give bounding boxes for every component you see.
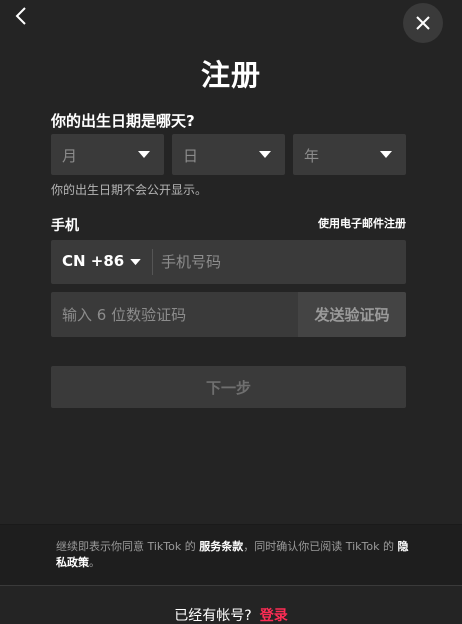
month-placeholder: 月 [62, 147, 78, 165]
next-button[interactable]: 下一步 [51, 366, 406, 408]
have-account-text: 已经有帐号? [174, 608, 252, 624]
phone-number-input[interactable] [161, 240, 401, 284]
terms-middle: ，同时确认你已阅读 TikTok 的 [243, 540, 398, 553]
caret-down-icon [380, 151, 392, 158]
verification-code-input[interactable] [62, 292, 297, 337]
divider [152, 249, 153, 275]
chevron-left-icon [15, 7, 26, 25]
day-placeholder: 日 [183, 147, 199, 165]
dob-hint: 你的出生日期不会公开显示。 [51, 183, 208, 197]
terms-suffix: 。 [89, 556, 100, 569]
phone-field: CN +86 [51, 240, 406, 284]
phone-label: 手机 [51, 218, 79, 234]
month-select[interactable]: 月 [51, 134, 164, 175]
back-button[interactable] [10, 4, 32, 28]
caret-down-icon [130, 259, 141, 266]
caret-down-icon [259, 151, 271, 158]
terms-section: 继续即表示你同意 TikTok 的 服务条款，同时确认你已阅读 TikTok 的… [0, 524, 462, 585]
terms-prefix: 继续即表示你同意 TikTok 的 [56, 540, 200, 553]
page-title: 注册 [200, 58, 261, 92]
footer-content: 已经有帐号? 登录 [0, 605, 462, 624]
terms-text: 继续即表示你同意 TikTok 的 服务条款，同时确认你已阅读 TikTok 的… [56, 539, 416, 571]
dob-label: 你的出生日期是哪天? [51, 112, 195, 130]
footer: 已经有帐号? 登录 [0, 585, 462, 624]
send-code-button[interactable]: 发送验证码 [298, 292, 406, 337]
login-link[interactable]: 登录 [260, 608, 288, 624]
caret-down-icon [138, 151, 150, 158]
service-terms-link[interactable]: 服务条款 [199, 540, 243, 553]
close-button[interactable] [403, 3, 443, 43]
email-signup-link[interactable]: 使用电子邮件注册 [318, 215, 406, 231]
close-icon [416, 16, 430, 30]
code-field: 发送验证码 [51, 292, 406, 337]
country-code-value: CN +86 [62, 252, 125, 270]
signup-modal: 注册 你的出生日期是哪天? 月 日 年 你的出生日期不会公开显示。 手机 使用电… [0, 0, 462, 624]
day-select[interactable]: 日 [172, 134, 285, 175]
year-placeholder: 年 [304, 147, 320, 165]
year-select[interactable]: 年 [293, 134, 406, 175]
country-code-select[interactable]: CN +86 [51, 240, 151, 284]
